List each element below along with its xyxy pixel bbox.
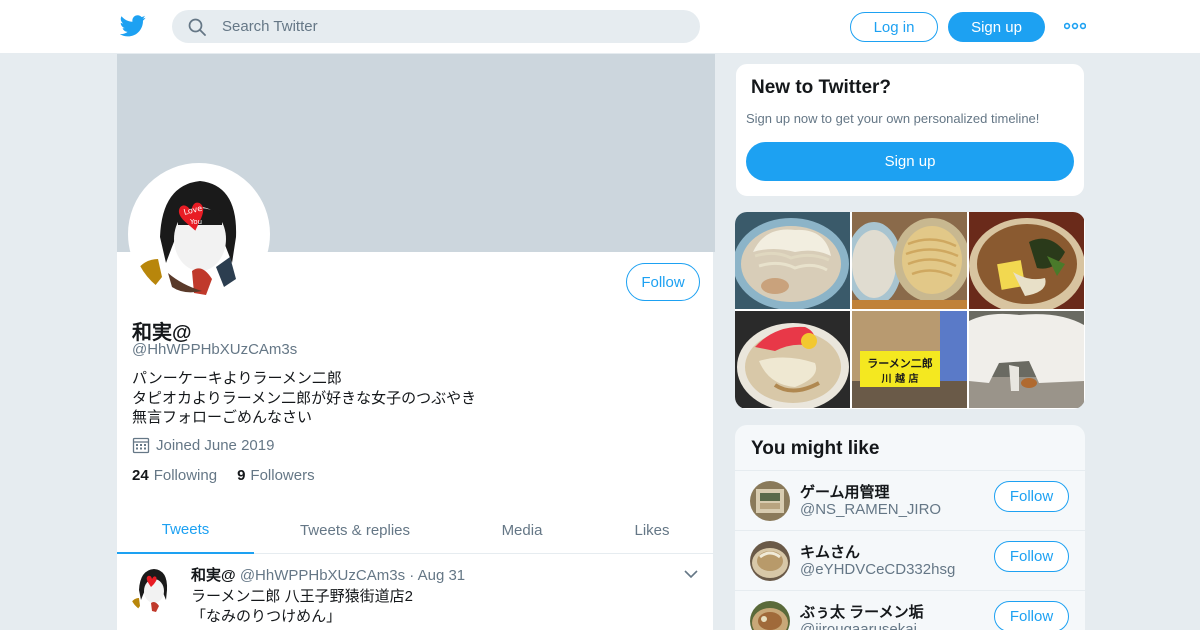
profile-avatar[interactable]: Love You <box>128 163 270 305</box>
profile-handle[interactable]: @HhWPPHbXUzCAm3s <box>132 341 297 358</box>
tweet-author-name[interactable]: 和実@ <box>191 567 236 584</box>
signup-card-button[interactable]: Sign up <box>746 142 1074 181</box>
suggested-account-handle[interactable]: @jirougaarusekai <box>800 621 917 630</box>
tweet-text-line: ラーメン二郎 八王子野猿街道店2 <box>191 588 413 605</box>
media-thumbnail[interactable] <box>969 311 1084 408</box>
search-icon <box>188 18 206 36</box>
tweet-header: 和実@ @HhWPPHbXUzCAm3s · Aug 31 <box>191 564 465 585</box>
suggested-account[interactable]: ぶぅ太 ラーメン垢 @jirougaarusekai Follow <box>735 590 1085 630</box>
media-thumbnail[interactable] <box>735 212 850 309</box>
suggested-account-name[interactable]: ぶぅ太 ラーメン垢 <box>800 601 924 622</box>
profile-tabs: Tweets Tweets & replies Media Likes <box>117 507 715 554</box>
media-grid: ラーメン二郎 川 越 店 <box>735 212 1085 409</box>
following-count: 24 <box>132 467 149 484</box>
svg-text:You: You <box>189 218 202 226</box>
media-thumbnail[interactable] <box>969 212 1084 309</box>
suggested-account-avatar[interactable] <box>750 481 790 521</box>
followers-stat[interactable]: 9 Followers <box>237 467 315 484</box>
bio-line: パンーケーキよりラーメン二郎 <box>132 370 342 387</box>
tweet-author-handle[interactable]: @HhWPPHbXUzCAm3s <box>240 567 405 584</box>
follow-suggested-button[interactable]: Follow <box>994 481 1069 512</box>
bio-line: 無言フォローごめんなさい <box>132 409 313 426</box>
suggested-account-avatar[interactable] <box>750 541 790 581</box>
twitter-bird-logo-icon[interactable] <box>120 14 146 38</box>
followers-label: Followers <box>250 467 315 484</box>
profile-column: Love You Follow 和実@ @HhWPPHbXUzCAm3s パンー… <box>116 54 715 630</box>
new-to-twitter-title: New to Twitter? <box>751 77 892 98</box>
profile-stats: 24 Following 9 Followers <box>132 467 335 484</box>
profile-joined-date: Joined June 2019 <box>132 436 274 454</box>
login-button[interactable]: Log in <box>850 12 938 42</box>
tweet-text-line: 「なみのりつけめん」 <box>191 608 342 625</box>
tab-media[interactable]: Media <box>477 507 567 554</box>
following-stat[interactable]: 24 Following <box>132 467 217 484</box>
suggested-account-name[interactable]: キムさん <box>800 541 860 562</box>
suggested-account-avatar[interactable] <box>750 601 790 630</box>
media-thumbnail[interactable] <box>735 311 850 408</box>
follow-suggested-button[interactable]: Follow <box>994 601 1069 630</box>
signup-button[interactable]: Sign up <box>948 12 1045 42</box>
you-might-like-card: You might like ゲーム用管理 @NS_RAMEN_JIRO Fol… <box>735 425 1085 630</box>
follow-suggested-button[interactable]: Follow <box>994 541 1069 572</box>
calendar-icon <box>132 437 150 454</box>
tab-tweets-replies[interactable]: Tweets & replies <box>277 507 433 554</box>
media-thumbnail[interactable]: ラーメン二郎 川 越 店 <box>852 311 967 408</box>
new-to-twitter-subtitle: Sign up now to get your own personalized… <box>746 111 1040 126</box>
tab-tweets[interactable]: Tweets <box>117 507 254 554</box>
suggested-account-handle[interactable]: @NS_RAMEN_JIRO <box>800 501 941 518</box>
suggested-account-handle[interactable]: @eYHDVCeCD332hsg <box>800 561 955 578</box>
shop-sign-line2: 川 越 店 <box>881 372 919 385</box>
you-might-like-title: You might like <box>751 438 880 459</box>
joined-text: Joined June 2019 <box>156 436 275 454</box>
suggested-account[interactable]: ゲーム用管理 @NS_RAMEN_JIRO Follow <box>735 470 1085 530</box>
suggested-account[interactable]: キムさん @eYHDVCeCD332hsg Follow <box>735 530 1085 590</box>
tweet-text: ラーメン二郎 八王子野猿街道店2 「なみのりつけめん」 <box>191 587 413 627</box>
more-options-icon[interactable] <box>1064 18 1086 34</box>
tweet-date[interactable]: Aug 31 <box>418 567 466 584</box>
follow-profile-button[interactable]: Follow <box>626 263 700 301</box>
bio-line: タピオカよりラーメン二郎が好きな女子のつぶやき <box>132 389 477 407</box>
top-navigation-bar: Log in Sign up <box>0 0 1200 54</box>
media-thumbnail[interactable] <box>852 212 967 309</box>
tab-likes[interactable]: Likes <box>612 507 692 554</box>
tweet-avatar[interactable] <box>129 564 179 614</box>
profile-bio: パンーケーキよりラーメン二郎 タピオカよりラーメン二郎が好きな女子のつぶやき 無… <box>132 369 476 428</box>
shop-sign-line1: ラーメン二郎 <box>867 356 933 370</box>
followers-count: 9 <box>237 467 246 484</box>
chevron-down-icon[interactable] <box>683 568 699 580</box>
search-box[interactable] <box>172 10 700 43</box>
suggested-account-name[interactable]: ゲーム用管理 <box>800 481 890 502</box>
search-input[interactable] <box>222 10 682 43</box>
following-label: Following <box>153 467 218 484</box>
new-to-twitter-card: New to Twitter? Sign up now to get your … <box>735 63 1085 197</box>
tweet-item[interactable]: 和実@ @HhWPPHbXUzCAm3s · Aug 31 ラーメン二郎 八王子… <box>117 554 715 630</box>
tweet-separator: · <box>409 567 415 584</box>
